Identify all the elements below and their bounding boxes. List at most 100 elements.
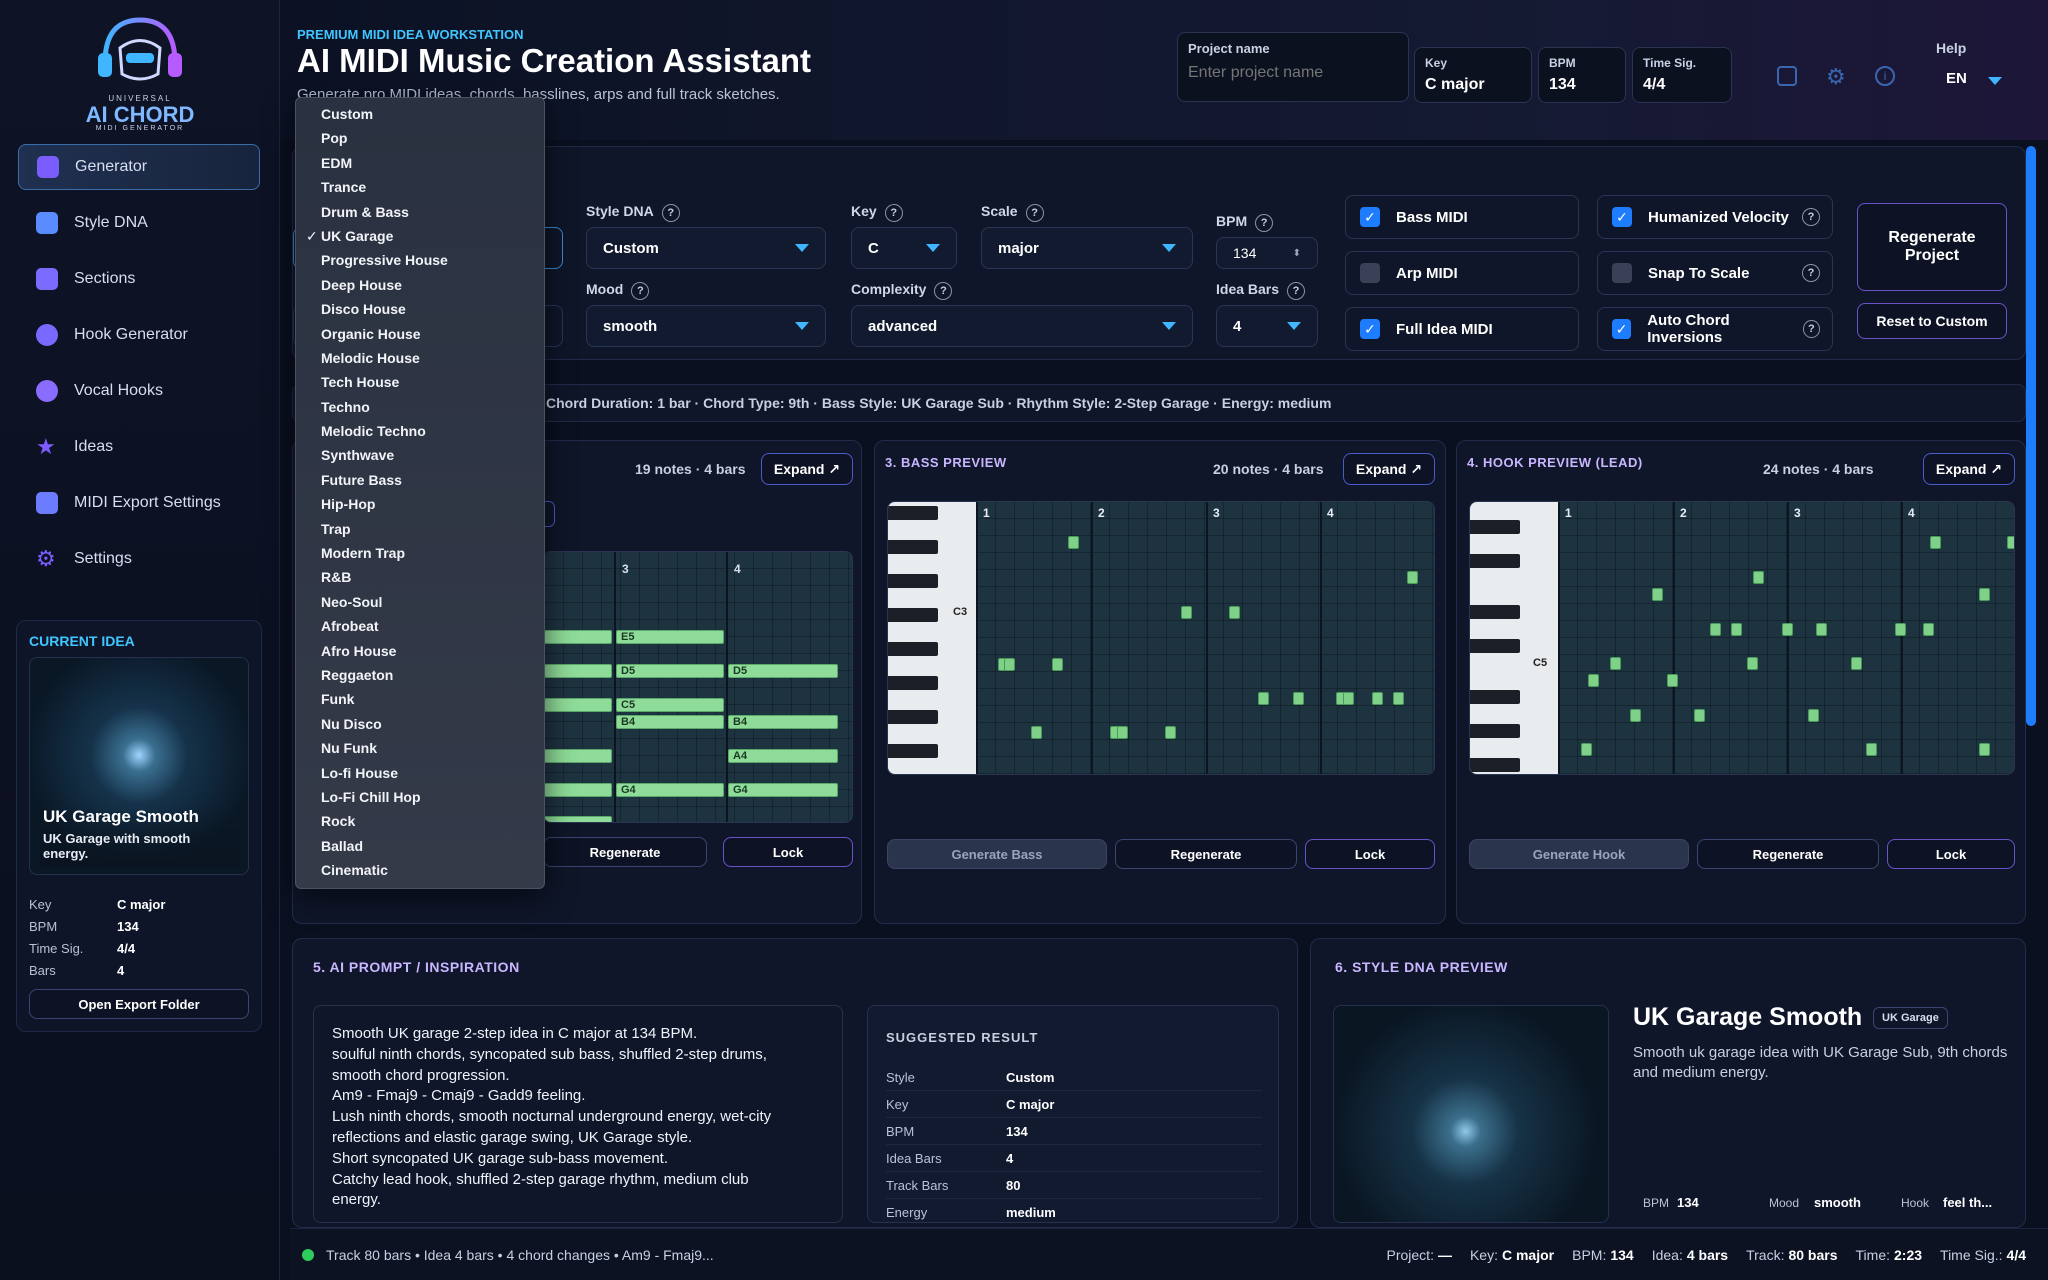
- bass-expand-button[interactable]: Expand ↗: [1343, 453, 1435, 485]
- chord-note[interactable]: B4: [728, 715, 838, 729]
- dropdown-option[interactable]: Tech House: [296, 370, 544, 394]
- settings-icon[interactable]: ⚙: [1826, 64, 1846, 90]
- sidebar-item-hook-generator[interactable]: Hook Generator: [18, 312, 260, 358]
- sidebar-item-sections[interactable]: Sections: [18, 256, 260, 302]
- bar-number: 3: [1794, 506, 1801, 520]
- dropdown-option[interactable]: Future Bass: [296, 468, 544, 492]
- headphones-robot-icon: [98, 17, 182, 81]
- generate-bass-button[interactable]: Generate Bass: [887, 839, 1107, 869]
- humanized-velocity-checkbox[interactable]: ✓ Humanized Velocity?: [1597, 195, 1833, 239]
- genre-dropdown-menu[interactable]: Custom Pop EDM Trance Drum & Bass ✓ UK Garage P…: [295, 97, 545, 889]
- dropdown-option[interactable]: Melodic House: [296, 346, 544, 370]
- chords-piano-roll[interactable]: 3 4 E5 D5 D5 C5 B4 B4 A4 G4 G4: [543, 551, 853, 823]
- key-select[interactable]: C: [851, 227, 957, 269]
- sidebar-item-vocal-hooks[interactable]: Vocal Hooks: [18, 368, 260, 414]
- style-mood-value: smooth: [1814, 1195, 1861, 1210]
- auto-chord-inversions-checkbox[interactable]: ✓ Auto Chord Inversions?: [1597, 307, 1833, 351]
- app-logo: UNIVERSAL AI CHORD MIDI GENERATOR: [70, 8, 210, 132]
- dropdown-option[interactable]: Deep House: [296, 273, 544, 297]
- scale-select[interactable]: major: [981, 227, 1193, 269]
- chord-note[interactable]: D5: [728, 664, 838, 678]
- dropdown-option[interactable]: Melodic Techno: [296, 419, 544, 443]
- sidebar-item-ideas[interactable]: ★ Ideas: [18, 424, 260, 470]
- chord-note[interactable]: E5: [616, 630, 724, 644]
- key-c5-label: C5: [1533, 657, 1548, 669]
- dropdown-option[interactable]: Synthwave: [296, 443, 544, 467]
- dropdown-option[interactable]: Organic House: [296, 322, 544, 346]
- sidebar-item-midi-export-settings[interactable]: MIDI Export Settings: [18, 480, 260, 526]
- chevron-down-icon[interactable]: [1988, 77, 2002, 85]
- info-icon[interactable]: i: [1875, 66, 1895, 86]
- language-select[interactable]: EN: [1946, 70, 1967, 87]
- dropdown-option[interactable]: Afro House: [296, 639, 544, 663]
- prompt-textarea[interactable]: Smooth UK garage 2-step idea in C major …: [313, 1005, 843, 1223]
- style-artwork: [1333, 1005, 1609, 1223]
- dropdown-option[interactable]: Techno: [296, 395, 544, 419]
- dropdown-option[interactable]: Lo-Fi Chill Hop: [296, 785, 544, 809]
- dropdown-option[interactable]: Nu Disco: [296, 712, 544, 736]
- open-export-folder-button[interactable]: Open Export Folder: [29, 989, 249, 1019]
- sidebar-item-style-dna[interactable]: Style DNA: [18, 200, 260, 246]
- style-dna-select[interactable]: Custom: [586, 227, 826, 269]
- dropdown-option[interactable]: Lo-fi House: [296, 761, 544, 785]
- chords-expand-button[interactable]: Expand ↗: [761, 453, 853, 485]
- dropdown-option[interactable]: Custom: [296, 102, 544, 126]
- chord-note[interactable]: B4: [616, 715, 724, 729]
- chord-note[interactable]: G4: [616, 783, 724, 797]
- dropdown-option[interactable]: Trance: [296, 175, 544, 199]
- project-name-field[interactable]: Project name: [1177, 32, 1409, 102]
- hook-lock-button[interactable]: Lock: [1887, 839, 2015, 869]
- hook-piano-roll[interactable]: C5 1 2 3 4: [1469, 501, 2015, 775]
- dropdown-option[interactable]: Nu Funk: [296, 736, 544, 760]
- stepper-icon[interactable]: ⬍: [1293, 248, 1301, 259]
- dropdown-option[interactable]: Rock: [296, 809, 544, 833]
- bpm-input[interactable]: 134 ⬍: [1216, 237, 1318, 269]
- bass-lock-button[interactable]: Lock: [1305, 839, 1435, 869]
- mood-select[interactable]: smooth: [586, 305, 826, 347]
- sidebar-item-generator[interactable]: Generator: [18, 144, 260, 190]
- dropdown-option[interactable]: Drum & Bass: [296, 200, 544, 224]
- scrollbar-thumb[interactable]: [2026, 146, 2036, 726]
- dropdown-option[interactable]: Ballad: [296, 834, 544, 858]
- dropdown-option[interactable]: Afrobeat: [296, 614, 544, 638]
- dropdown-option[interactable]: Modern Trap: [296, 541, 544, 565]
- snap-to-scale-checkbox[interactable]: Snap To Scale?: [1597, 251, 1833, 295]
- chord-note[interactable]: A4: [728, 749, 838, 763]
- arp-midi-checkbox[interactable]: Arp MIDI: [1345, 251, 1579, 295]
- dropdown-option[interactable]: Trap: [296, 517, 544, 541]
- dropdown-option[interactable]: Disco House: [296, 297, 544, 321]
- regenerate-project-button[interactable]: Regenerate Project: [1857, 203, 2007, 291]
- generator-controls: Style DNA? Custom Key? C Scale? major BP…: [292, 146, 2026, 360]
- chord-note[interactable]: G4: [728, 783, 838, 797]
- dropdown-option[interactable]: Progressive House: [296, 248, 544, 272]
- dropdown-option[interactable]: Funk: [296, 687, 544, 711]
- generate-hook-button[interactable]: Generate Hook: [1469, 839, 1689, 869]
- bass-regenerate-button[interactable]: Regenerate: [1115, 839, 1297, 869]
- chord-note[interactable]: D5: [616, 664, 724, 678]
- chord-note[interactable]: C5: [616, 698, 724, 712]
- bass-piano-roll[interactable]: C3 1 2 3 4: [887, 501, 1435, 775]
- dropdown-option[interactable]: Hip-Hop: [296, 492, 544, 516]
- idea-bars-select[interactable]: 4: [1216, 305, 1318, 347]
- dropdown-option[interactable]: Cinematic: [296, 858, 544, 882]
- midi-file-icon[interactable]: [1777, 66, 1797, 86]
- chords-regenerate-button[interactable]: Regenerate: [543, 837, 707, 867]
- dropdown-option[interactable]: ✓ UK Garage: [296, 224, 544, 248]
- dropdown-option[interactable]: Reggaeton: [296, 663, 544, 687]
- dropdown-option[interactable]: EDM: [296, 151, 544, 175]
- full-idea-midi-checkbox[interactable]: ✓ Full Idea MIDI: [1345, 307, 1579, 351]
- reset-to-custom-button[interactable]: Reset to Custom: [1857, 303, 2007, 339]
- sidebar-item-settings[interactable]: ⚙ Settings: [18, 536, 260, 582]
- hook-expand-button[interactable]: Expand ↗: [1923, 453, 2015, 485]
- chords-lock-button[interactable]: Lock: [723, 837, 853, 867]
- complexity-select[interactable]: advanced: [851, 305, 1193, 347]
- dropdown-option[interactable]: Pop: [296, 126, 544, 150]
- help-label[interactable]: Help: [1936, 40, 1966, 56]
- result-row: Energy medium: [886, 1199, 1262, 1222]
- bass-midi-checkbox[interactable]: ✓ Bass MIDI: [1345, 195, 1579, 239]
- project-name-input[interactable]: [1188, 64, 1398, 82]
- dropdown-option[interactable]: R&B: [296, 565, 544, 589]
- dropdown-option[interactable]: Neo-Soul: [296, 590, 544, 614]
- hook-meta: 24 notes · 4 bars: [1763, 461, 1874, 477]
- hook-regenerate-button[interactable]: Regenerate: [1697, 839, 1879, 869]
